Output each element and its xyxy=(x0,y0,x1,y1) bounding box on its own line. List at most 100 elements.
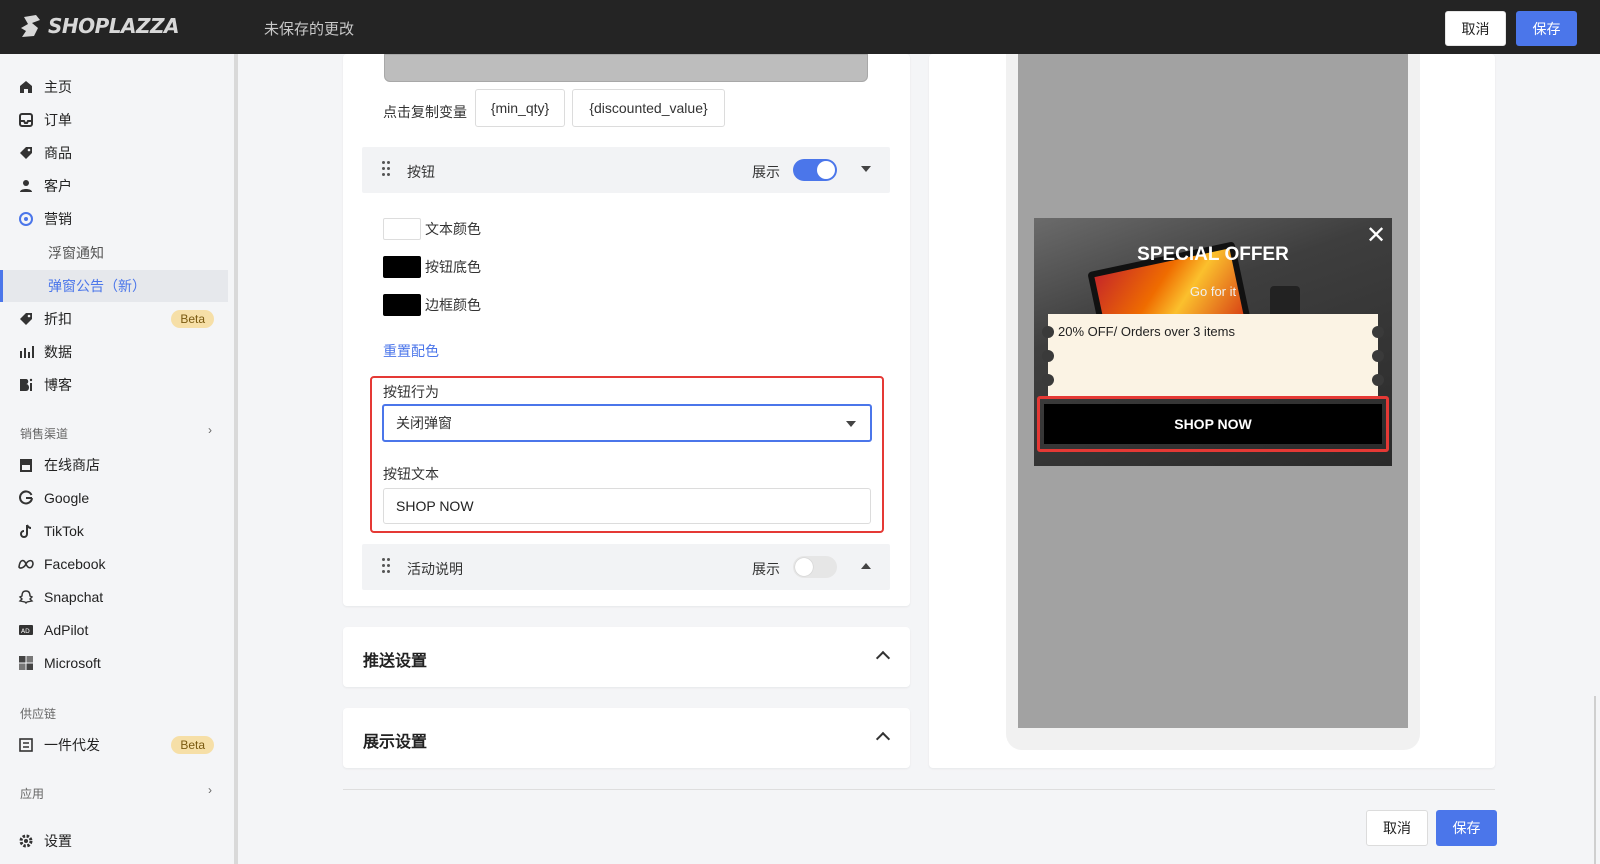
sidebar-item-label: AdPilot xyxy=(44,622,89,638)
sidebar-scrollbar[interactable] xyxy=(234,54,238,864)
drag-handle-icon[interactable] xyxy=(382,161,392,177)
person-icon xyxy=(18,178,34,194)
button-text-input[interactable]: SHOP NOW xyxy=(383,488,871,524)
ticket-notch xyxy=(1042,374,1054,386)
activity-show-label: 展示 xyxy=(752,561,780,577)
sidebar-item-label: Snapchat xyxy=(44,589,104,605)
footer-cancel-button[interactable]: 取消 xyxy=(1366,810,1428,846)
ticket-notch xyxy=(1042,350,1054,362)
push-settings-card[interactable]: 推送设置 xyxy=(343,627,910,687)
button-behavior-select[interactable]: 关闭弹窗 xyxy=(382,404,872,442)
sidebar-item-adpilot[interactable]: AD AdPilot xyxy=(0,615,228,645)
sidebar-item-label: 客户 xyxy=(44,178,72,194)
copy-variable-label: 点击复制变量 xyxy=(383,104,467,120)
sidebar-item-discounts[interactable]: 折扣 Beta xyxy=(0,304,228,334)
adpilot-icon: AD xyxy=(18,622,34,638)
gear-icon xyxy=(18,833,34,849)
unsaved-changes-text: 未保存的更改 xyxy=(264,21,355,38)
variable-chip-discounted-value[interactable]: {discounted_value} xyxy=(572,89,725,127)
sidebar-item-label: TikTok xyxy=(44,523,84,539)
sidebar-item-orders[interactable]: 订单 xyxy=(0,105,228,135)
popup-title: SPECIAL OFFER xyxy=(1137,244,1289,265)
apps-chevron-icon[interactable]: › xyxy=(208,783,212,797)
button-section-header[interactable]: 按钮 展示 xyxy=(362,147,890,193)
expand-caret-icon[interactable] xyxy=(861,563,871,569)
footer-save-button[interactable]: 保存 xyxy=(1436,810,1497,846)
logo-text: SHOPLAZZA xyxy=(48,14,180,38)
ticket-notch xyxy=(1042,326,1054,338)
sidebar-item-home[interactable]: 主页 xyxy=(0,72,228,102)
sidebar-item-label: 订单 xyxy=(44,112,72,128)
chevron-up-icon[interactable] xyxy=(875,650,891,666)
close-icon[interactable]: ✕ xyxy=(1366,224,1386,248)
button-section-title: 按钮 xyxy=(407,164,435,180)
border-color-label: 边框颜色 xyxy=(425,297,481,313)
top-cancel-button[interactable]: 取消 xyxy=(1445,11,1506,46)
sidebar-item-label: 主页 xyxy=(44,79,72,95)
top-save-button[interactable]: 保存 xyxy=(1516,11,1577,46)
chevron-up-icon[interactable] xyxy=(875,731,891,747)
border-color-row[interactable]: 边框颜色 xyxy=(383,294,481,316)
tiktok-icon xyxy=(18,523,34,539)
snapchat-icon xyxy=(18,589,34,605)
button-show-label: 展示 xyxy=(752,164,780,180)
variable-chip-min-qty[interactable]: {min_qty} xyxy=(475,89,565,127)
discount-icon xyxy=(18,311,34,327)
sidebar-item-products[interactable]: 商品 xyxy=(0,138,228,168)
sidebar-item-label: Microsoft xyxy=(44,655,101,671)
sidebar-subitem-float-notice[interactable]: 浮窗通知 xyxy=(0,237,228,269)
sidebar-item-data[interactable]: 数据 xyxy=(0,337,228,367)
supply-chain-label: 供应链 xyxy=(20,707,57,721)
beta-badge: Beta xyxy=(171,736,214,754)
sidebar-item-settings[interactable]: 设置 xyxy=(0,826,228,856)
border-color-swatch[interactable] xyxy=(383,294,421,316)
display-settings-card[interactable]: 展示设置 xyxy=(343,708,910,768)
sidebar-item-label: 一件代发 xyxy=(44,737,100,753)
sidebar-item-marketing[interactable]: 营销 xyxy=(0,204,228,234)
text-color-label: 文本颜色 xyxy=(425,221,481,237)
sidebar-subitem-popup-announcement[interactable]: 弹窗公告（新） xyxy=(0,270,228,302)
text-color-swatch[interactable] xyxy=(383,218,421,240)
sidebar-item-online-store[interactable]: 在线商店 xyxy=(0,450,228,480)
sales-channels-chevron-icon[interactable]: › xyxy=(208,423,212,437)
sidebar-item-customers[interactable]: 客户 xyxy=(0,171,228,201)
sidebar-item-microsoft[interactable]: Microsoft xyxy=(0,648,228,678)
sidebar-item-label: 折扣 xyxy=(44,311,72,327)
collapse-caret-icon[interactable] xyxy=(861,166,871,172)
push-settings-title: 推送设置 xyxy=(363,653,428,670)
sidebar-item-dropshipping[interactable]: 一件代发 Beta xyxy=(0,730,228,760)
beta-badge: Beta xyxy=(171,310,214,328)
shoplazza-logo-icon xyxy=(21,15,40,37)
target-icon xyxy=(18,211,34,227)
activity-section-header[interactable]: 活动说明 展示 xyxy=(362,544,890,590)
drag-handle-icon[interactable] xyxy=(382,558,392,574)
button-bg-color-row[interactable]: 按钮底色 xyxy=(383,256,481,278)
sidebar-item-label: 在线商店 xyxy=(44,457,100,473)
activity-show-toggle[interactable] xyxy=(793,556,837,578)
sidebar-item-facebook[interactable]: Facebook xyxy=(0,549,228,579)
sidebar-item-tiktok[interactable]: TikTok xyxy=(0,516,228,546)
button-bg-color-swatch[interactable] xyxy=(383,256,421,278)
button-text-value: SHOP NOW xyxy=(396,498,474,514)
sidebar-item-google[interactable]: Google xyxy=(0,483,228,513)
apps-label: 应用 xyxy=(20,787,45,801)
blog-icon xyxy=(18,377,34,393)
meta-icon xyxy=(18,556,34,572)
display-settings-title: 展示设置 xyxy=(363,734,428,751)
bar-chart-icon xyxy=(18,344,34,360)
button-text-label: 按钮文本 xyxy=(383,466,439,482)
page-scrollbar[interactable] xyxy=(1594,696,1596,864)
offer-ticket: 20% OFF/ Orders over 3 items xyxy=(1042,314,1384,398)
popup-subtitle: Go for it xyxy=(1189,284,1237,299)
store-icon xyxy=(18,457,34,473)
logo: SHOPLAZZA xyxy=(20,14,180,38)
sidebar-item-snapchat[interactable]: Snapchat xyxy=(0,582,228,612)
text-color-row[interactable]: 文本颜色 xyxy=(383,218,481,240)
sidebar-item-label: 商品 xyxy=(44,145,72,161)
reset-colors-link[interactable]: 重置配色 xyxy=(383,341,439,361)
ticket-notch xyxy=(1372,374,1384,386)
sidebar-item-label: 设置 xyxy=(44,833,72,849)
dropship-icon xyxy=(18,737,34,753)
sidebar-item-blog[interactable]: 博客 xyxy=(0,370,228,400)
button-show-toggle[interactable] xyxy=(793,159,837,181)
